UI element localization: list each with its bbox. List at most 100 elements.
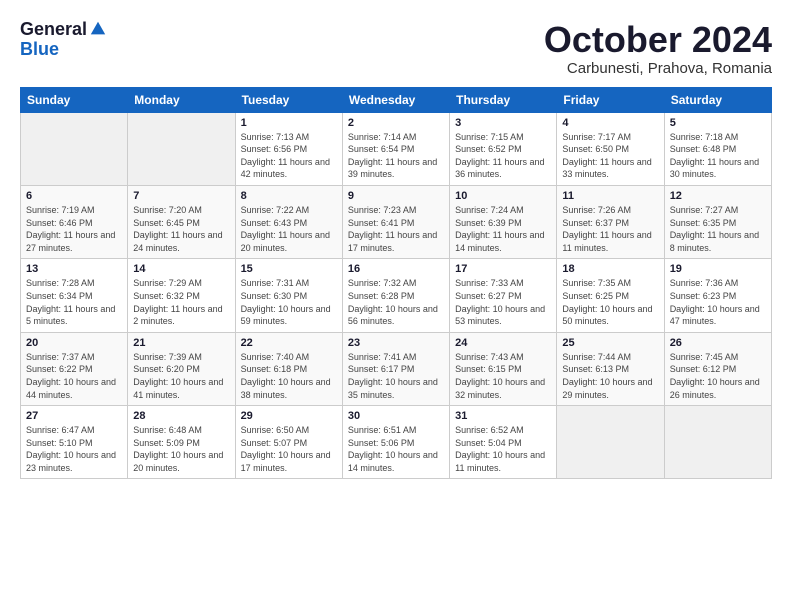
logo: General Blue <box>20 20 107 60</box>
calendar-day-cell <box>664 406 771 479</box>
day-number: 4 <box>562 117 658 129</box>
calendar-day-cell: 26 Sunrise: 7:45 AMSunset: 6:12 PMDayligh… <box>664 332 771 405</box>
day-of-week-header: Tuesday <box>235 87 342 112</box>
calendar-day-cell: 6Sunrise: 7:19 AMSunset: 6:46 PMDaylight… <box>21 185 128 258</box>
day-of-week-header: Friday <box>557 87 664 112</box>
calendar-day-cell: 9 Sunrise: 7:23 AMSunset: 6:41 PMDaylight… <box>342 185 449 258</box>
day-number: 9 <box>348 190 444 202</box>
day-number: 7 <box>133 190 229 202</box>
calendar-day-cell: 13Sunrise: 7:28 AMSunset: 6:34 PMDayligh… <box>21 259 128 332</box>
day-info: Sunrise: 7:45 AMSunset: 6:12 PMDaylight:… <box>670 351 766 401</box>
month-title: October 2024 <box>544 20 772 60</box>
day-number: 1 <box>241 117 337 129</box>
calendar-day-cell: 1 Sunrise: 7:13 AMSunset: 6:56 PMDaylight… <box>235 112 342 185</box>
day-number: 14 <box>133 263 229 275</box>
calendar-day-cell: 19Sunrise: 7:36 AMSunset: 6:23 PMDayligh… <box>664 259 771 332</box>
calendar-day-cell: 31 Sunrise: 6:52 AMSunset: 5:04 PMDayligh… <box>450 406 557 479</box>
calendar-day-cell: 16 Sunrise: 7:32 AMSunset: 6:28 PMDayligh… <box>342 259 449 332</box>
day-number: 26 <box>670 337 766 349</box>
day-info: Sunrise: 7:41 AMSunset: 6:17 PMDaylight:… <box>348 351 444 401</box>
page-header: General Blue October 2024 Carbunesti, Pr… <box>20 20 772 77</box>
day-of-week-header: Monday <box>128 87 235 112</box>
calendar-day-cell: 21 Sunrise: 7:39 AMSunset: 6:20 PMDayligh… <box>128 332 235 405</box>
title-section: October 2024 Carbunesti, Prahova, Romani… <box>544 20 772 77</box>
day-number: 24 <box>455 337 551 349</box>
day-info: Sunrise: 7:27 AMSunset: 6:35 PMDaylight:… <box>670 204 766 254</box>
day-number: 17 <box>455 263 551 275</box>
day-info: Sunrise: 7:24 AMSunset: 6:39 PMDaylight:… <box>455 204 551 254</box>
day-number: 18 <box>562 263 658 275</box>
calendar-week-row: 27 Sunrise: 6:47 AMSunset: 5:10 PMDayligh… <box>21 406 772 479</box>
day-info: Sunrise: 6:52 AMSunset: 5:04 PMDaylight:… <box>455 424 551 474</box>
day-number: 15 <box>241 263 337 275</box>
day-info: Sunrise: 7:18 AMSunset: 6:48 PMDaylight:… <box>670 131 766 181</box>
day-number: 30 <box>348 410 444 422</box>
day-info: Sunrise: 7:35 AMSunset: 6:25 PMDaylight:… <box>562 277 658 327</box>
day-number: 10 <box>455 190 551 202</box>
calendar-day-cell: 14 Sunrise: 7:29 AMSunset: 6:32 PMDayligh… <box>128 259 235 332</box>
day-info: Sunrise: 6:50 AMSunset: 5:07 PMDaylight:… <box>241 424 337 474</box>
calendar-day-cell: 24 Sunrise: 7:43 AMSunset: 6:15 PMDayligh… <box>450 332 557 405</box>
calendar-day-cell: 8 Sunrise: 7:22 AMSunset: 6:43 PMDaylight… <box>235 185 342 258</box>
calendar-day-cell: 11 Sunrise: 7:26 AMSunset: 6:37 PMDayligh… <box>557 185 664 258</box>
calendar-week-row: 20 Sunrise: 7:37 AMSunset: 6:22 PMDayligh… <box>21 332 772 405</box>
day-info: Sunrise: 6:51 AMSunset: 5:06 PMDaylight:… <box>348 424 444 474</box>
calendar-day-cell: 7 Sunrise: 7:20 AMSunset: 6:45 PMDaylight… <box>128 185 235 258</box>
day-info: Sunrise: 7:15 AMSunset: 6:52 PMDaylight:… <box>455 131 551 181</box>
day-info: Sunrise: 7:43 AMSunset: 6:15 PMDaylight:… <box>455 351 551 401</box>
day-info: Sunrise: 6:48 AMSunset: 5:09 PMDaylight:… <box>133 424 229 474</box>
calendar-week-row: 1 Sunrise: 7:13 AMSunset: 6:56 PMDaylight… <box>21 112 772 185</box>
day-info: Sunrise: 7:32 AMSunset: 6:28 PMDaylight:… <box>348 277 444 327</box>
day-info: Sunrise: 7:20 AMSunset: 6:45 PMDaylight:… <box>133 204 229 254</box>
calendar-day-cell: 25Sunrise: 7:44 AMSunset: 6:13 PMDayligh… <box>557 332 664 405</box>
logo-general: General <box>20 20 87 40</box>
day-number: 31 <box>455 410 551 422</box>
day-number: 16 <box>348 263 444 275</box>
day-info: Sunrise: 7:22 AMSunset: 6:43 PMDaylight:… <box>241 204 337 254</box>
calendar-day-cell: 5 Sunrise: 7:18 AMSunset: 6:48 PMDaylight… <box>664 112 771 185</box>
calendar-day-cell <box>128 112 235 185</box>
day-info: Sunrise: 7:17 AMSunset: 6:50 PMDaylight:… <box>562 131 658 181</box>
day-number: 11 <box>562 190 658 202</box>
day-of-week-header: Sunday <box>21 87 128 112</box>
calendar-table: SundayMondayTuesdayWednesdayThursdayFrid… <box>20 87 772 480</box>
calendar-day-cell: 23 Sunrise: 7:41 AMSunset: 6:17 PMDayligh… <box>342 332 449 405</box>
location: Carbunesti, Prahova, Romania <box>544 60 772 77</box>
day-number: 22 <box>241 337 337 349</box>
day-info: Sunrise: 7:13 AMSunset: 6:56 PMDaylight:… <box>241 131 337 181</box>
calendar-day-cell: 30 Sunrise: 6:51 AMSunset: 5:06 PMDayligh… <box>342 406 449 479</box>
day-info: Sunrise: 7:23 AMSunset: 6:41 PMDaylight:… <box>348 204 444 254</box>
day-number: 21 <box>133 337 229 349</box>
day-number: 5 <box>670 117 766 129</box>
day-info: Sunrise: 7:37 AMSunset: 6:22 PMDaylight:… <box>26 351 122 401</box>
logo-blue: Blue <box>20 40 107 60</box>
day-number: 13 <box>26 263 122 275</box>
calendar-day-cell: 29Sunrise: 6:50 AMSunset: 5:07 PMDayligh… <box>235 406 342 479</box>
calendar-day-cell: 4 Sunrise: 7:17 AMSunset: 6:50 PMDaylight… <box>557 112 664 185</box>
day-info: Sunrise: 7:26 AMSunset: 6:37 PMDaylight:… <box>562 204 658 254</box>
day-info: Sunrise: 7:31 AMSunset: 6:30 PMDaylight:… <box>241 277 337 327</box>
day-number: 20 <box>26 337 122 349</box>
day-of-week-header: Wednesday <box>342 87 449 112</box>
calendar-day-cell: 3Sunrise: 7:15 AMSunset: 6:52 PMDaylight… <box>450 112 557 185</box>
calendar-day-cell: 12 Sunrise: 7:27 AMSunset: 6:35 PMDayligh… <box>664 185 771 258</box>
day-number: 23 <box>348 337 444 349</box>
calendar-day-cell: 15 Sunrise: 7:31 AMSunset: 6:30 PMDayligh… <box>235 259 342 332</box>
day-number: 8 <box>241 190 337 202</box>
calendar-day-cell: 17Sunrise: 7:33 AMSunset: 6:27 PMDayligh… <box>450 259 557 332</box>
day-number: 27 <box>26 410 122 422</box>
day-of-week-header: Saturday <box>664 87 771 112</box>
calendar-day-cell: 20 Sunrise: 7:37 AMSunset: 6:22 PMDayligh… <box>21 332 128 405</box>
day-number: 28 <box>133 410 229 422</box>
calendar-day-cell: 28 Sunrise: 6:48 AMSunset: 5:09 PMDayligh… <box>128 406 235 479</box>
calendar-week-row: 6Sunrise: 7:19 AMSunset: 6:46 PMDaylight… <box>21 185 772 258</box>
day-number: 12 <box>670 190 766 202</box>
day-info: Sunrise: 7:39 AMSunset: 6:20 PMDaylight:… <box>133 351 229 401</box>
calendar-day-cell: 2Sunrise: 7:14 AMSunset: 6:54 PMDaylight… <box>342 112 449 185</box>
calendar-day-cell: 18 Sunrise: 7:35 AMSunset: 6:25 PMDayligh… <box>557 259 664 332</box>
calendar-week-row: 13Sunrise: 7:28 AMSunset: 6:34 PMDayligh… <box>21 259 772 332</box>
day-info: Sunrise: 7:19 AMSunset: 6:46 PMDaylight:… <box>26 204 122 254</box>
day-info: Sunrise: 6:47 AMSunset: 5:10 PMDaylight:… <box>26 424 122 474</box>
day-number: 2 <box>348 117 444 129</box>
day-info: Sunrise: 7:29 AMSunset: 6:32 PMDaylight:… <box>133 277 229 327</box>
